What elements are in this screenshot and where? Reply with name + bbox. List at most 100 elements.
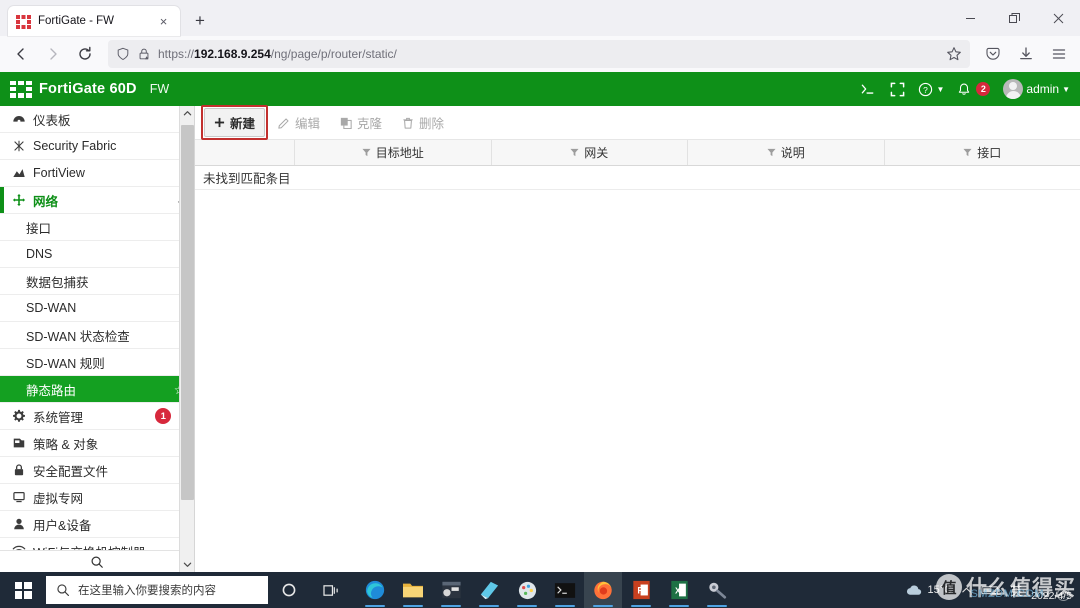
- back-button[interactable]: [6, 40, 36, 68]
- user-menu[interactable]: admin ▼: [1003, 79, 1070, 99]
- sidebar-item-fortiview[interactable]: FortiView ›: [0, 160, 194, 187]
- table-header-gateway[interactable]: 网关: [492, 140, 688, 165]
- main-sidebar: 仪表板 › Security Fabric › FortiView ›: [0, 106, 195, 572]
- battery-icon[interactable]: [981, 584, 1001, 596]
- task-view-button[interactable]: [310, 572, 352, 608]
- table-header-comment[interactable]: 说明: [688, 140, 885, 165]
- funnel-icon[interactable]: [570, 148, 579, 157]
- shield-icon[interactable]: [116, 47, 130, 61]
- tab-close-icon[interactable]: ×: [155, 13, 172, 30]
- sidebar-item-static-routes[interactable]: 静态路由 ☆: [0, 376, 194, 403]
- gear-icon: [10, 409, 27, 423]
- forward-button[interactable]: [38, 40, 68, 68]
- clone-button[interactable]: 克隆: [330, 108, 392, 137]
- sidebar-item-vpn[interactable]: 虚拟专网 ›: [0, 484, 194, 511]
- start-button[interactable]: [0, 572, 46, 608]
- sidebar-item-sdwan-rules[interactable]: SD-WAN 规则: [0, 349, 194, 376]
- window-app-icon[interactable]: [432, 572, 470, 608]
- sidebar-item-users-devices[interactable]: 用户&设备 ›: [0, 511, 194, 538]
- sidebar-label: SD-WAN: [26, 301, 77, 315]
- address-bar[interactable]: https://192.168.9.254/ng/page/p/router/s…: [108, 40, 970, 68]
- paint-icon[interactable]: [508, 572, 546, 608]
- funnel-icon[interactable]: [362, 148, 371, 157]
- avatar: [1003, 79, 1024, 99]
- navbar-right-actions: [978, 40, 1074, 68]
- tools-icon[interactable]: [698, 572, 736, 608]
- edit-button[interactable]: 编辑: [268, 108, 330, 137]
- excel-icon[interactable]: X: [660, 572, 698, 608]
- create-new-button[interactable]: 新建: [204, 108, 266, 137]
- sidebar-item-interfaces[interactable]: 接口: [0, 214, 194, 241]
- scroll-up-arrow-icon[interactable]: [180, 106, 195, 121]
- browser-tab[interactable]: FortiGate - FW ×: [8, 6, 180, 36]
- chart-icon: [10, 166, 27, 180]
- table-toolbar: 新建 编辑 克隆 删除: [195, 105, 1080, 140]
- trash-icon: [402, 117, 414, 129]
- cloud-icon: [906, 584, 923, 597]
- funnel-icon[interactable]: [767, 148, 776, 157]
- column-label: 网关: [584, 146, 609, 160]
- sidebar-item-dashboard[interactable]: 仪表板 ›: [0, 106, 194, 133]
- pocket-icon[interactable]: [978, 40, 1008, 68]
- notifications-bell[interactable]: 2: [957, 82, 991, 97]
- sidebar-item-network[interactable]: 网络 ⌄: [0, 187, 194, 214]
- empty-state-message: 未找到匹配条目: [195, 166, 1080, 190]
- terminal-icon[interactable]: [546, 572, 584, 608]
- powerpoint-icon[interactable]: P: [622, 572, 660, 608]
- sidebar-item-system[interactable]: 系统管理 1 ›: [0, 403, 194, 430]
- tray-expand-icon[interactable]: [961, 585, 972, 596]
- sidebar-item-security-profiles[interactable]: 安全配置文件 ›: [0, 457, 194, 484]
- taskbar-search-placeholder: 在这里输入你要搜索的内容: [78, 585, 216, 597]
- window-close-button[interactable]: [1036, 0, 1080, 36]
- sidebar-item-security-fabric[interactable]: Security Fabric ›: [0, 133, 194, 160]
- edge-icon[interactable]: [356, 572, 394, 608]
- table-header-interface[interactable]: 接口: [885, 140, 1080, 165]
- cortana-button[interactable]: [268, 572, 310, 608]
- fullscreen-icon[interactable]: [890, 82, 905, 97]
- scrollbar-thumb[interactable]: [180, 125, 194, 500]
- bookmark-star-icon[interactable]: [946, 46, 962, 62]
- cli-console-icon[interactable]: [860, 82, 877, 96]
- lock-warning-icon[interactable]: [137, 47, 151, 61]
- sidebar-item-dns[interactable]: DNS: [0, 241, 194, 268]
- downloads-icon[interactable]: [1011, 40, 1041, 68]
- sidebar-label: 用户&设备: [33, 518, 92, 533]
- svg-text:?: ?: [924, 84, 929, 94]
- pencil-icon: [278, 117, 290, 129]
- sidebar-item-policy-objects[interactable]: 策略 & 对象 ›: [0, 430, 194, 457]
- hamburger-menu-icon[interactable]: [1044, 40, 1074, 68]
- sidebar-item-sdwan-status-check[interactable]: SD-WAN 状态检查: [0, 322, 194, 349]
- notepad-icon[interactable]: [470, 572, 508, 608]
- windows-taskbar: 在这里输入你要搜索的内容 P X 15°C 英 2022/4/5 值 什么值得买…: [0, 572, 1080, 608]
- weather-widget[interactable]: 15°C: [906, 584, 952, 597]
- sidebar-label: 系统管理: [33, 410, 84, 425]
- taskbar-search-box[interactable]: 在这里输入你要搜索的内容: [46, 576, 268, 604]
- firefox-icon[interactable]: [584, 572, 622, 608]
- clock-time: [1069, 578, 1072, 590]
- new-tab-button[interactable]: +: [186, 7, 214, 35]
- clock-widget[interactable]: 2022/4/5: [1031, 578, 1072, 602]
- notification-badge: 2: [976, 82, 991, 96]
- window-minimize-button[interactable]: [948, 0, 992, 36]
- funnel-icon[interactable]: [963, 148, 972, 157]
- sidebar-search-button[interactable]: [0, 550, 194, 572]
- table-header-destination[interactable]: 目标地址: [295, 140, 492, 165]
- sidebar-item-packet-capture[interactable]: 数据包捕获: [0, 268, 194, 295]
- sidebar-item-sdwan[interactable]: SD-WAN: [0, 295, 194, 322]
- file-explorer-icon[interactable]: [394, 572, 432, 608]
- scroll-down-arrow-icon[interactable]: [180, 557, 195, 572]
- fortinet-logo-icon: [10, 80, 32, 98]
- sidebar-label: 策略 & 对象: [33, 437, 99, 452]
- fortigate-app: FortiGate 60D FW ? ▼ 2 admin ▼ 仪表板 Secur…: [0, 72, 1080, 572]
- browser-titlebar: FortiGate - FW × +: [0, 0, 1080, 36]
- browser-navbar: https://192.168.9.254/ng/page/p/router/s…: [0, 36, 1080, 72]
- help-menu[interactable]: ? ▼: [918, 82, 944, 97]
- svg-text:P: P: [637, 586, 643, 596]
- input-method-icon[interactable]: 英: [1010, 582, 1022, 599]
- delete-button[interactable]: 删除: [392, 108, 454, 137]
- scrollbar-track[interactable]: [180, 121, 195, 557]
- sidebar-scrollbar[interactable]: [179, 106, 194, 572]
- window-maximize-button[interactable]: [992, 0, 1036, 36]
- lock-icon: [10, 463, 27, 477]
- reload-button[interactable]: [70, 40, 100, 68]
